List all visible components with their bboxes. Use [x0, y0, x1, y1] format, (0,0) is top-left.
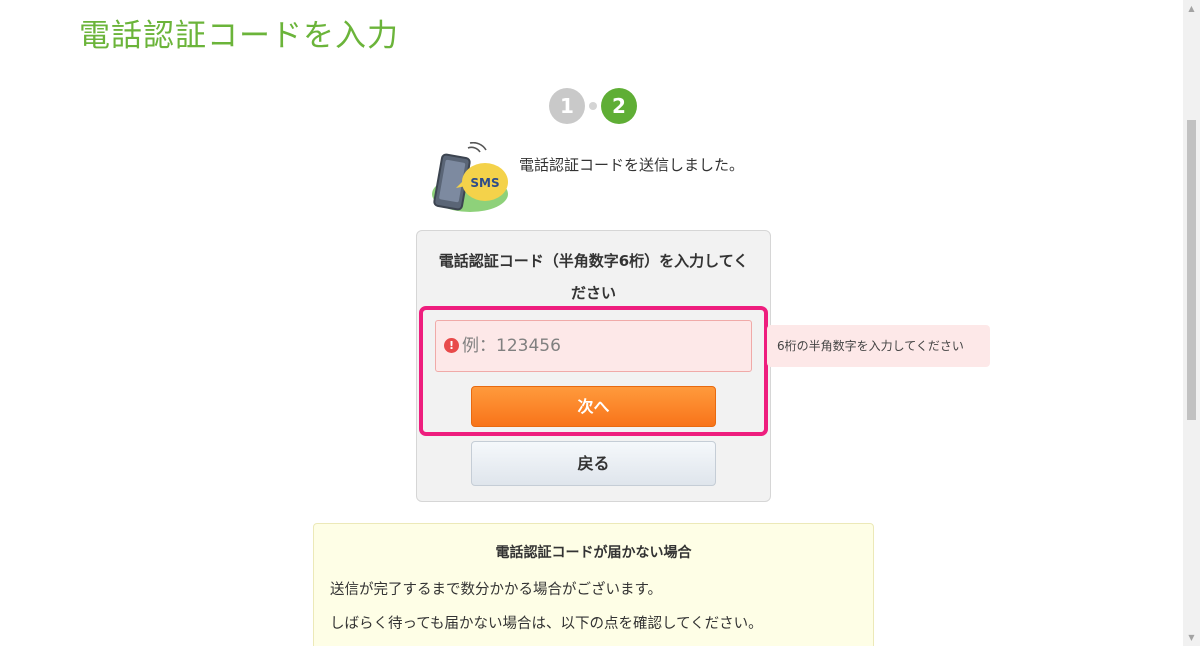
error-icon: !: [444, 338, 459, 353]
scroll-thumb[interactable]: [1187, 120, 1196, 420]
sms-phone-icon: SMS: [430, 141, 510, 214]
notice-title: 電話認証コードが届かない場合: [495, 545, 692, 561]
notice-line: 送信が完了するまで数分かかる場合がございます。: [330, 582, 663, 598]
code-entry-prompt: 電話認証コード（半角数字6桁）を入力してください: [438, 252, 749, 302]
next-button[interactable]: 次へ: [471, 386, 716, 427]
notice-line: しばらく待っても届かない場合は、以下の点を確認してください。: [330, 616, 763, 632]
code-input[interactable]: [462, 321, 747, 371]
scroll-down-icon[interactable]: ▼: [1183, 629, 1200, 646]
code-input-wrapper: !: [435, 320, 752, 372]
sms-badge-text: SMS: [470, 176, 499, 190]
sent-message: 電話認証コードを送信しました。: [519, 156, 745, 174]
page-title: 電話認証コードを入力: [79, 18, 399, 54]
back-button[interactable]: 戻る: [471, 441, 716, 486]
step-indicator: 1 2: [549, 88, 637, 124]
scroll-up-icon[interactable]: ▲: [1183, 0, 1200, 17]
error-tooltip: 6桁の半角数字を入力してください: [767, 325, 990, 367]
not-received-notice: 電話認証コードが届かない場合 送信が完了するまで数分かかる場合がございます。 し…: [313, 523, 874, 646]
vertical-scrollbar[interactable]: ▲ ▼: [1183, 0, 1200, 646]
step-connector-dot: [589, 102, 597, 110]
step-1: 1: [549, 88, 585, 124]
step-2: 2: [601, 88, 637, 124]
